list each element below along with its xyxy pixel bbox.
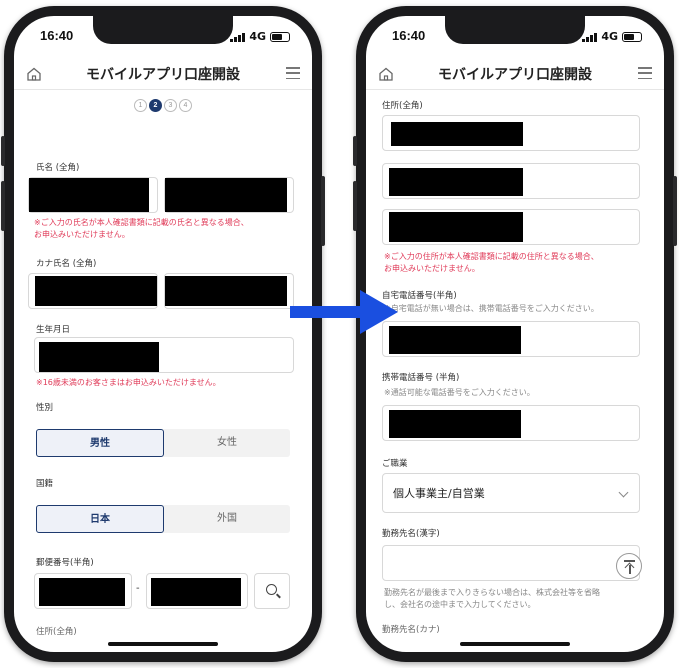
step-3: 3 — [164, 99, 177, 112]
arrow-right-icon — [290, 290, 398, 334]
form-content-left: 1 2 3 4 氏名 (全角) ※ご入力の氏名が本人確認書類に記載の氏名と異なる… — [14, 91, 312, 652]
page-title: モバイルアプリ口座開設 — [438, 67, 592, 83]
step-indicator: 1 2 3 4 — [14, 99, 312, 112]
employer-label: 勤務先名(漢字) — [382, 529, 440, 539]
address-line-2-field[interactable] — [382, 163, 640, 199]
address-warning-2: お申込みいただけません。 — [384, 264, 480, 273]
employer-field[interactable] — [382, 545, 640, 581]
gender-female-option[interactable]: 女性 — [164, 429, 290, 457]
network-label: 4G — [601, 30, 618, 43]
gender-male-option[interactable]: 男性 — [36, 429, 164, 457]
signal-icon — [230, 32, 246, 42]
address-label: 住所(全角) — [382, 101, 423, 111]
home-phone-hint: ※自宅電話が無い場合は、携帯電話番号をご入力ください。 — [384, 304, 599, 313]
address-line-3-field[interactable] — [382, 209, 640, 245]
birthdate-warning: ※16歳未満のお客さまはお申込みいただけません。 — [36, 378, 221, 387]
postal-separator: - — [136, 583, 140, 594]
app-header: モバイルアプリ口座開設 — [366, 58, 664, 90]
form-content-right: 住所(全角) ※ご入力の住所が本人確認書類に記載の住所と異なる場合、 お申込みい… — [366, 91, 664, 652]
postal-code-second-field[interactable] — [146, 573, 248, 609]
occupation-select[interactable]: 個人事業主/自営業 — [382, 473, 640, 513]
step-1: 1 — [134, 99, 147, 112]
status-time: 16:40 — [392, 28, 426, 43]
postal-code-first-field[interactable] — [34, 573, 132, 609]
postal-search-button[interactable] — [254, 573, 290, 609]
step-4: 4 — [179, 99, 192, 112]
kana-first-name-field[interactable] — [164, 273, 294, 309]
employer-hint-2: し、会社名の途中まで入力してください。 — [384, 600, 536, 609]
page-title: モバイルアプリ口座開設 — [86, 67, 240, 83]
name-label: 氏名 (全角) — [36, 163, 80, 173]
home-indicator — [108, 642, 218, 646]
last-name-field[interactable] — [28, 177, 158, 213]
scroll-to-top-button[interactable] — [616, 553, 642, 579]
kana-label: カナ氏名 (全角) — [36, 259, 97, 269]
occupation-value: 個人事業主/自営業 — [393, 487, 485, 500]
step-2-active: 2 — [149, 99, 162, 112]
chevron-down-icon — [618, 487, 629, 498]
signal-icon — [582, 32, 598, 42]
name-warning-2: お申込みいただけません。 — [34, 230, 130, 239]
status-time: 16:40 — [40, 28, 74, 43]
occupation-label: ご職業 — [382, 459, 408, 469]
address-line-1-field[interactable] — [382, 115, 640, 151]
employer-kana-label-partial: 勤務先名(カナ) — [382, 625, 440, 635]
menu-icon[interactable] — [638, 67, 652, 79]
phone-right: 16:40 4G モバイルアプリ口座開設 住所(全角) ※ご入力の住所が本人確認… — [353, 6, 677, 662]
nationality-label: 国籍 — [36, 479, 54, 489]
mobile-phone-hint: ※通話可能な電話番号をご入力ください。 — [384, 388, 535, 397]
birthdate-field[interactable] — [34, 337, 294, 373]
employer-hint-1: 勤務先名が最後まで入りきらない場合は、株式会社等を省略 — [384, 588, 600, 597]
battery-icon — [622, 31, 642, 42]
mobile-phone-label: 携帯電話番号 (半角) — [382, 373, 460, 383]
screen-right: 16:40 4G モバイルアプリ口座開設 住所(全角) ※ご入力の住所が本人確認… — [366, 16, 664, 652]
mobile-phone-field[interactable] — [382, 405, 640, 441]
phone-left: 16:40 4G モバイルアプリ口座開設 1 2 3 4 氏名 (全角) ※ご入… — [1, 6, 325, 662]
kana-last-name-field[interactable] — [28, 273, 158, 309]
network-label: 4G — [249, 30, 266, 43]
name-warning-1: ※ご入力の氏名が本人確認書類に記載の氏名と異なる場合、 — [34, 218, 249, 227]
home-indicator — [460, 642, 570, 646]
home-phone-field[interactable] — [382, 321, 640, 357]
birthdate-label: 生年月日 — [36, 325, 71, 335]
menu-icon[interactable] — [286, 67, 300, 79]
app-header: モバイルアプリ口座開設 — [14, 58, 312, 90]
address-warning-1: ※ご入力の住所が本人確認書類に記載の住所と異なる場合、 — [384, 252, 599, 261]
gender-toggle: 男性 女性 — [36, 429, 290, 457]
battery-icon — [270, 31, 290, 42]
gender-label: 性別 — [36, 403, 54, 413]
address-label-partial: 住所(全角) — [36, 627, 77, 637]
first-name-field[interactable] — [164, 177, 294, 213]
nationality-japan-option[interactable]: 日本 — [36, 505, 164, 533]
nationality-foreign-option[interactable]: 外国 — [164, 505, 290, 533]
postal-code-label: 郵便番号(半角) — [36, 558, 94, 568]
screen-left: 16:40 4G モバイルアプリ口座開設 1 2 3 4 氏名 (全角) ※ご入… — [14, 16, 312, 652]
nationality-toggle: 日本 外国 — [36, 505, 290, 533]
